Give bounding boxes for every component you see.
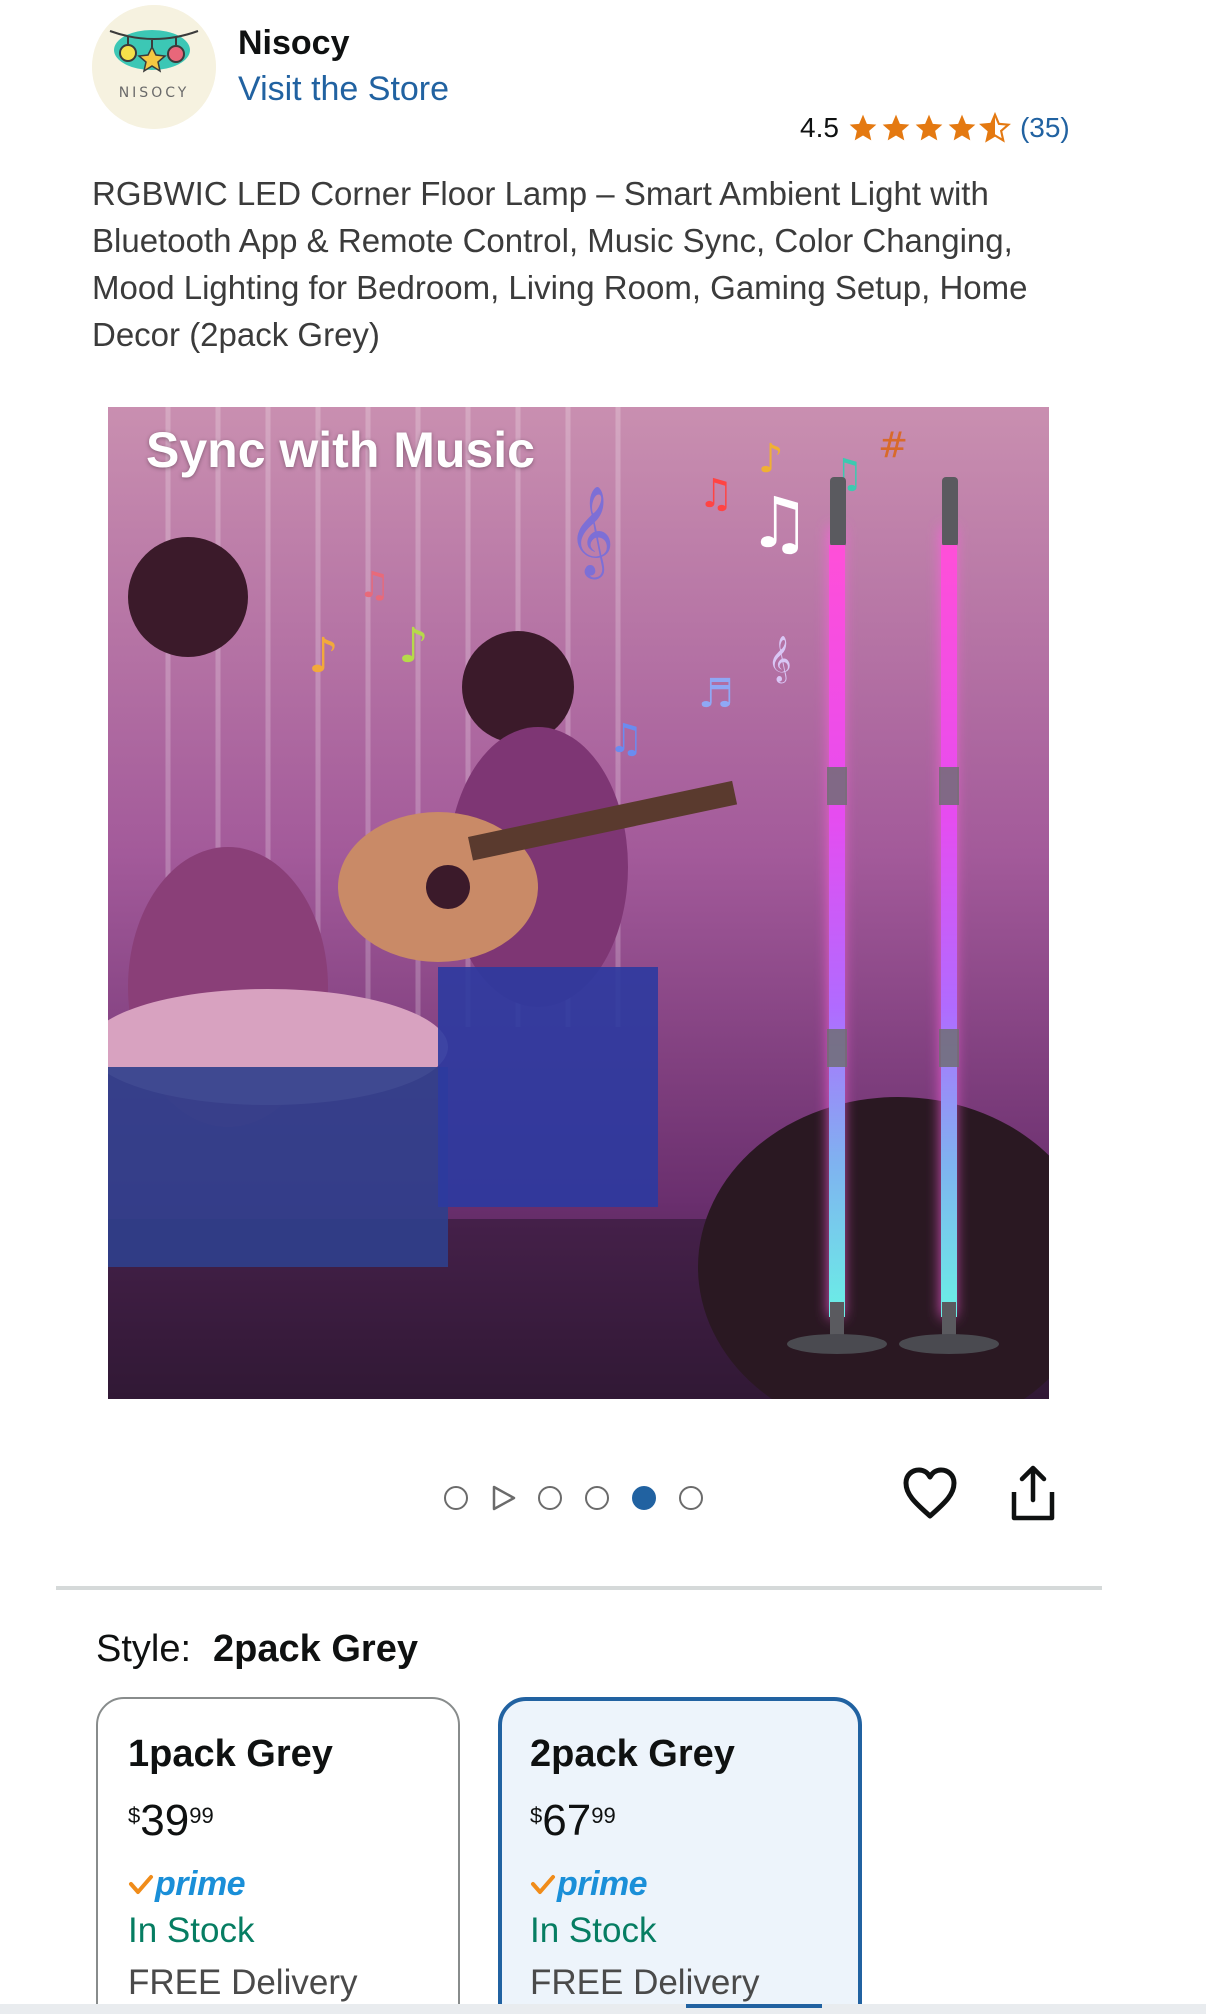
- price-fraction: 99: [189, 1803, 214, 1828]
- style-option-1pack-grey[interactable]: 1pack Grey $39 99 prime In Stock FREE Del…: [96, 1697, 460, 2014]
- price-whole: 39: [140, 1796, 190, 1845]
- delivery-info: FREE Delivery: [530, 1963, 760, 2002]
- image-carousel-indicators: [444, 1482, 726, 1514]
- carousel-dot[interactable]: [679, 1486, 703, 1510]
- prime-badge: prime: [128, 1865, 246, 1904]
- image-caption: Sync with Music: [146, 422, 535, 478]
- carousel-dot[interactable]: [444, 1486, 468, 1510]
- brand-logo-graphic: [92, 5, 216, 129]
- style-label: Style:: [96, 1628, 192, 1670]
- svg-text:♫: ♫: [698, 471, 734, 517]
- prime-label: prime: [155, 1865, 246, 1903]
- bottom-bar-accent: [686, 2004, 822, 2008]
- svg-text:♫: ♫: [748, 482, 811, 564]
- rating-row[interactable]: 4.5 (35): [800, 110, 1070, 146]
- svg-text:𝄞: 𝄞: [568, 486, 614, 580]
- product-image[interactable]: ♪ ♪ ♫ 𝄞 ♫ ♪ ♫ # ♫ ♫ ♬ 𝄞 Sync with Music: [108, 407, 1049, 1399]
- carousel-dot[interactable]: [585, 1486, 609, 1510]
- price-whole: 67: [542, 1796, 592, 1845]
- svg-text:♫: ♫: [358, 565, 390, 606]
- style-option-2pack-grey[interactable]: 2pack Grey $67 99 prime In Stock FREE Del…: [498, 1697, 862, 2014]
- svg-text:𝄞: 𝄞: [768, 636, 792, 684]
- prime-check-icon: [531, 1874, 555, 1894]
- brand-name: Nisocy: [238, 24, 350, 62]
- prime-label: prime: [557, 1865, 648, 1903]
- svg-text:#: #: [878, 425, 908, 466]
- star-full-icon: [948, 114, 976, 141]
- style-selector-header: Style: 2pack Grey: [96, 1628, 418, 1671]
- video-play-icon[interactable]: [491, 1484, 517, 1512]
- star-full-icon: [849, 114, 877, 141]
- svg-text:♪: ♪: [758, 436, 784, 482]
- option-price: $39 99: [128, 1797, 214, 1845]
- product-title: RGBWIC LED Corner Floor Lamp – Smart Amb…: [92, 175, 1028, 353]
- visit-store-link[interactable]: Visit the Store: [238, 70, 449, 109]
- price-currency: $: [128, 1803, 141, 1828]
- prime-check-icon: [129, 1874, 153, 1894]
- price-currency: $: [530, 1803, 543, 1828]
- prime-badge: prime: [530, 1865, 648, 1904]
- style-selected-value: 2pack Grey: [213, 1628, 418, 1670]
- rating-value: 4.5: [800, 112, 839, 143]
- bottom-scroll-bar: [0, 2004, 1206, 2014]
- carousel-dot-active[interactable]: [632, 1486, 656, 1510]
- star-half-icon: [979, 112, 1011, 143]
- heart-icon[interactable]: [902, 1466, 958, 1520]
- svg-text:♬: ♬: [698, 671, 734, 717]
- option-name: 2pack Grey: [530, 1733, 735, 1775]
- star-full-icon: [915, 114, 943, 141]
- rating-count-link[interactable]: (35): [1020, 112, 1070, 144]
- svg-text:♪: ♪: [308, 628, 339, 684]
- brand-logo-text: NISOCY: [118, 85, 190, 101]
- product-photo: ♪ ♪ ♫ 𝄞 ♫ ♪ ♫ # ♫ ♫ ♬ 𝄞: [108, 407, 1049, 1399]
- rating-stars: [847, 112, 1012, 144]
- option-price: $67 99: [530, 1797, 616, 1845]
- price-fraction: 99: [591, 1803, 616, 1828]
- stock-status: In Stock: [530, 1911, 657, 1950]
- brand-logo[interactable]: NISOCY: [92, 5, 216, 129]
- star-full-icon: [882, 114, 910, 141]
- carousel-dot[interactable]: [538, 1486, 562, 1510]
- section-divider: [56, 1586, 1102, 1590]
- stock-status: In Stock: [128, 1911, 255, 1950]
- svg-text:♫: ♫: [608, 716, 644, 762]
- delivery-info: FREE Delivery: [128, 1963, 358, 2002]
- option-name: 1pack Grey: [128, 1733, 333, 1775]
- share-icon[interactable]: [1010, 1464, 1056, 1522]
- svg-text:♪: ♪: [398, 618, 429, 674]
